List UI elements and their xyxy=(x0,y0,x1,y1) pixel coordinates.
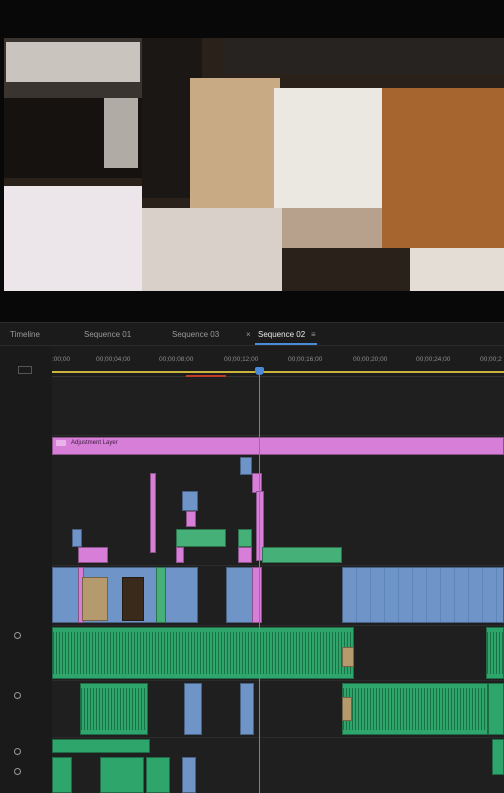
track-divider xyxy=(52,737,504,738)
ruler-label: 00;00;16;00 xyxy=(288,356,323,363)
video-clip[interactable] xyxy=(182,491,198,511)
tab-sequence-02[interactable]: Sequence 02 xyxy=(258,330,305,339)
adjustment-clip[interactable] xyxy=(252,567,262,623)
crossfade-transition[interactable] xyxy=(342,697,352,721)
track-area[interactable]: Adjustment Layer xyxy=(52,377,504,793)
fx-icon xyxy=(56,440,66,446)
track-divider xyxy=(52,435,504,436)
work-area-bar[interactable] xyxy=(52,371,504,373)
video-thumbnail xyxy=(82,577,108,621)
ruler-label: 00;00;20;00 xyxy=(353,356,388,363)
ruler-label: 00;00;2 xyxy=(480,356,502,363)
video-clip[interactable] xyxy=(342,567,504,623)
adjustment-clip[interactable] xyxy=(150,473,156,553)
video-clip[interactable] xyxy=(240,457,252,475)
mic-icon[interactable] xyxy=(14,748,21,755)
close-icon[interactable]: × xyxy=(246,330,251,339)
audio-clip[interactable] xyxy=(52,627,354,679)
lower-right xyxy=(410,248,504,291)
audio-clip[interactable] xyxy=(342,683,488,735)
audio-clip[interactable] xyxy=(184,683,202,735)
adjustment-clip[interactable] xyxy=(238,547,252,563)
video-thumbnail xyxy=(122,577,144,621)
ruler-label: 00;00;24;00 xyxy=(416,356,451,363)
audio-clip[interactable] xyxy=(240,683,254,735)
video-frame xyxy=(4,38,504,291)
audio-clip[interactable] xyxy=(182,757,196,793)
audio-waveform xyxy=(487,632,503,674)
track-divider xyxy=(52,565,504,566)
graphic-clip[interactable] xyxy=(176,529,226,547)
video-clip[interactable] xyxy=(72,529,82,547)
adjustment-clip[interactable] xyxy=(252,473,262,493)
audio-clip[interactable] xyxy=(486,627,504,679)
wood-wall xyxy=(382,88,504,248)
marker-range xyxy=(186,375,226,377)
clip-label: Adjustment Layer xyxy=(71,440,118,446)
mic-icon[interactable] xyxy=(14,768,21,775)
graphic-tees xyxy=(104,98,138,168)
program-monitor xyxy=(0,0,504,322)
folded-shirts xyxy=(6,42,140,82)
ruler-label: 00;00;12;00 xyxy=(224,356,259,363)
time-ruler[interactable]: :00;00 00;00;04;00 00;00;08;00 00;00;12;… xyxy=(52,346,504,377)
audio-clip[interactable] xyxy=(146,757,170,793)
graphic-clip[interactable] xyxy=(262,547,342,563)
active-tab-indicator xyxy=(255,343,317,345)
audio-waveform xyxy=(81,688,147,730)
audio-clip[interactable] xyxy=(52,757,72,793)
track-divider xyxy=(52,680,504,681)
playhead-line[interactable] xyxy=(259,367,260,793)
audio-clip[interactable] xyxy=(492,739,504,775)
audio-waveform xyxy=(343,688,487,730)
audio-clip[interactable] xyxy=(100,757,144,793)
premiere-window: Timeline Sequence 01 Sequence 03 × Seque… xyxy=(0,0,504,793)
graphic-clip[interactable] xyxy=(238,529,252,547)
crossfade-transition[interactable] xyxy=(342,647,354,667)
track-divider xyxy=(52,625,504,626)
tab-menu-icon[interactable]: ≡ xyxy=(311,330,316,339)
adjustment-layer-clip[interactable]: Adjustment Layer xyxy=(52,437,504,455)
tab-sequence-01[interactable]: Sequence 01 xyxy=(84,330,131,339)
tab-sequence-03[interactable]: Sequence 03 xyxy=(172,330,219,339)
audio-waveform xyxy=(53,632,353,674)
audio-clip[interactable] xyxy=(80,683,148,735)
audio-clip[interactable] xyxy=(488,683,504,735)
tab-timeline[interactable]: Timeline xyxy=(10,330,40,339)
ruler-label: 00;00;04;00 xyxy=(96,356,131,363)
track-headers xyxy=(0,346,53,793)
mic-icon[interactable] xyxy=(14,632,21,639)
folded-stack xyxy=(4,186,142,291)
lower-jacket xyxy=(142,208,282,291)
graphic-clip[interactable] xyxy=(156,567,166,623)
ruler-label: 00;00;08;00 xyxy=(159,356,194,363)
timeline-panel: Timeline Sequence 01 Sequence 03 × Seque… xyxy=(0,322,504,793)
tan-jacket xyxy=(190,78,280,208)
ruler-label: :00;00 xyxy=(52,356,71,363)
adjustment-clip[interactable] xyxy=(186,511,196,527)
timeline-settings-icon[interactable] xyxy=(18,366,32,374)
mic-icon[interactable] xyxy=(14,692,21,699)
rail xyxy=(224,38,504,74)
adjustment-clip[interactable] xyxy=(176,547,184,563)
tab-bar: Timeline Sequence 01 Sequence 03 × Seque… xyxy=(0,323,504,346)
audio-clip[interactable] xyxy=(52,739,150,753)
adjustment-clip[interactable] xyxy=(78,547,108,563)
